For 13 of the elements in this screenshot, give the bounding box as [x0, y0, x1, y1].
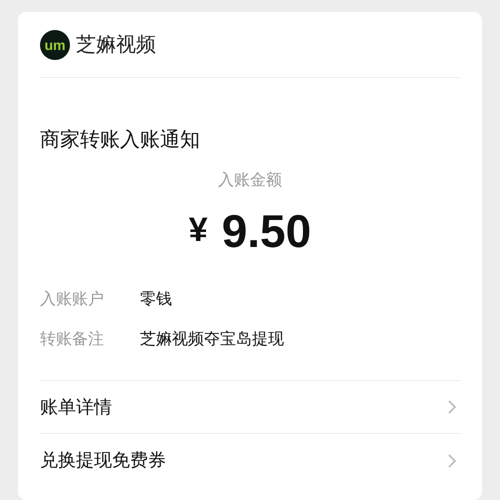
app-name: 芝嫲视频 — [76, 32, 156, 58]
amount-label: 入账金额 — [218, 170, 282, 191]
notification-title: 商家转账入账通知 — [40, 128, 200, 153]
detail-value: 芝嫲视频夺宝岛提现 — [140, 330, 284, 350]
app-logo: um — [40, 30, 70, 60]
detail-label: 转账备注 — [40, 330, 105, 350]
detail-value: 零钱 — [140, 290, 172, 310]
chevron-icon — [448, 400, 456, 414]
menu-item[interactable]: 兑换提现免费券 — [40, 434, 460, 487]
amount-value: ¥ 9.50 — [188, 205, 312, 256]
chevron-icon — [448, 454, 456, 468]
detail-label: 入账账户 — [40, 290, 105, 310]
menu-item[interactable]: 账单详情 — [40, 381, 460, 434]
